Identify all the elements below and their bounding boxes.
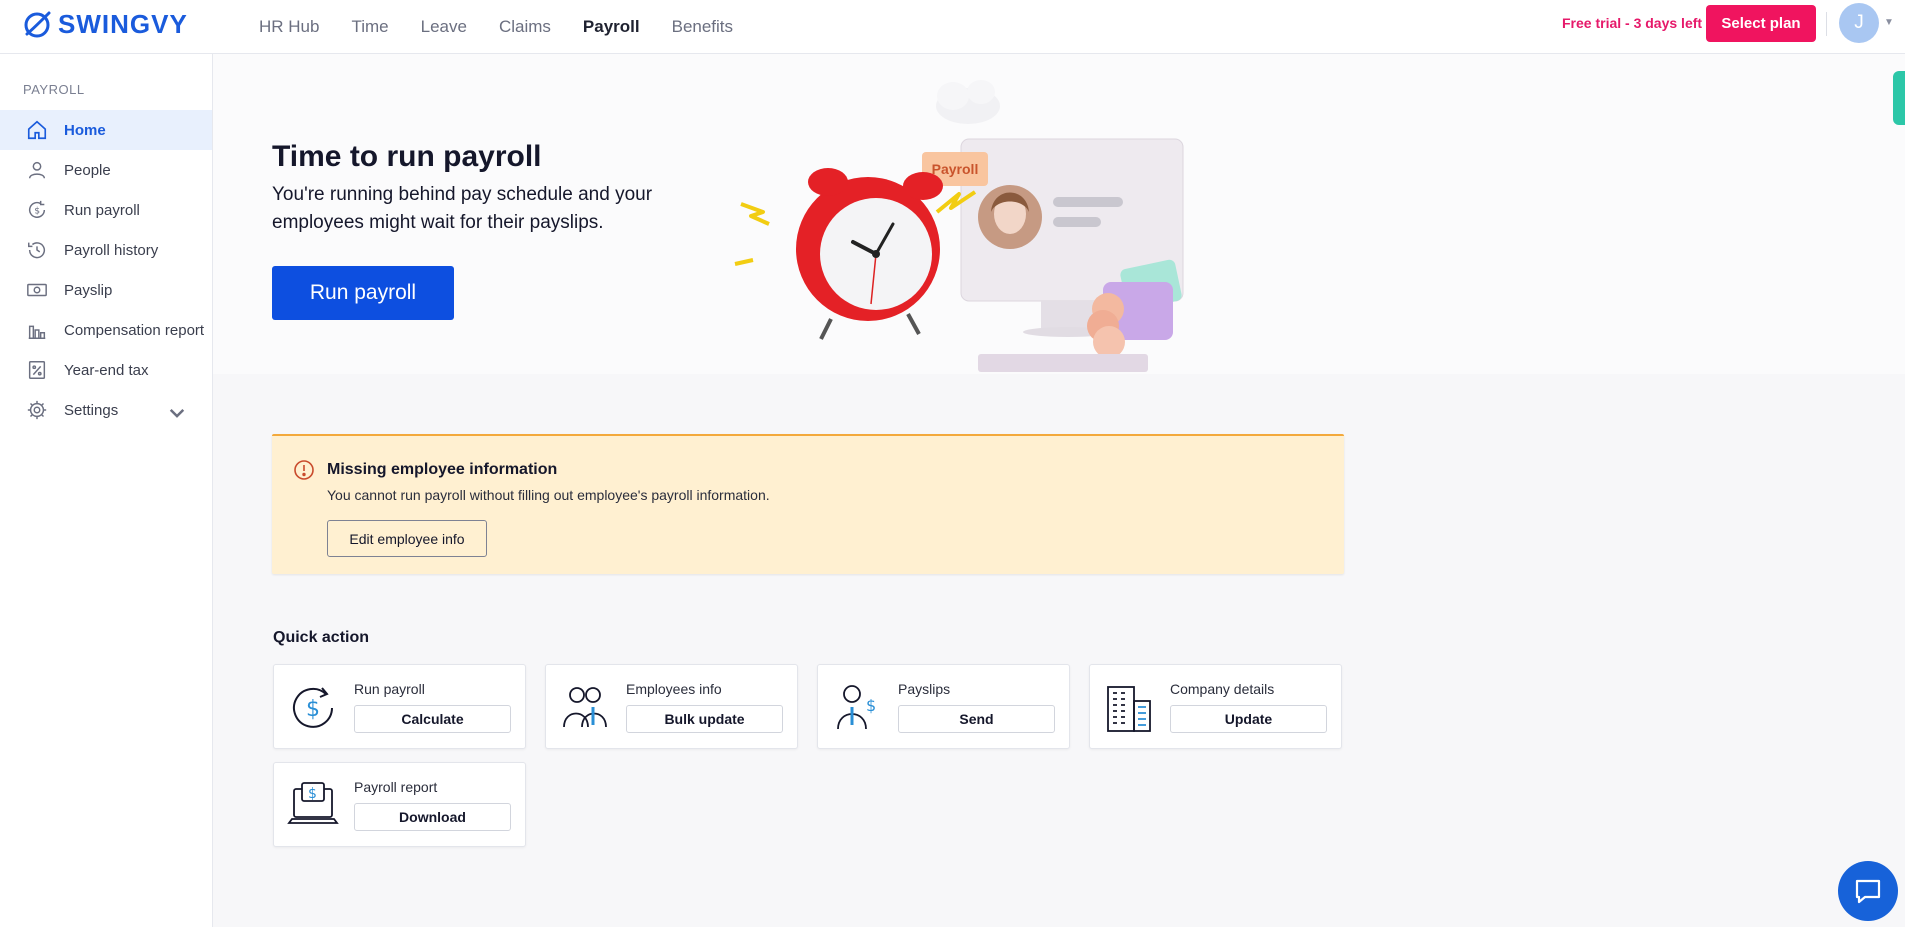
nav-payroll[interactable]: Payroll [583, 17, 640, 37]
banknote-icon [27, 283, 47, 297]
history-icon [28, 242, 45, 259]
quick-action-label: Run payroll [354, 681, 425, 697]
svg-text:$: $ [306, 697, 320, 722]
main-nav: HR Hub Time Leave Claims Payroll Benefit… [259, 0, 733, 54]
sidebar-item-label: Payslip [64, 281, 113, 299]
quick-action-payslips: $ Payslips Send [817, 664, 1070, 749]
home-icon [27, 120, 47, 140]
download-button[interactable]: Download [354, 803, 511, 831]
sidebar-item-year-end-tax[interactable]: Year-end tax [0, 350, 212, 390]
sidebar-item-compensation-report[interactable]: Compensation report [0, 310, 212, 350]
run-payroll-button[interactable]: Run payroll [272, 266, 454, 320]
avatar-caret-icon[interactable]: ▼ [1884, 17, 1894, 28]
main-content: Time to run payroll You're running behin… [213, 54, 1905, 927]
quick-action-label: Employees info [626, 681, 722, 697]
svg-text:$: $ [34, 206, 40, 217]
top-navbar: SWINGVY HR Hub Time Leave Claims Payroll… [0, 0, 1905, 54]
nav-time[interactable]: Time [351, 17, 388, 37]
payroll-illustration: Payroll [734, 80, 1184, 372]
quick-action-label: Company details [1170, 681, 1275, 697]
sidebar-item-label: Run payroll [64, 201, 140, 219]
bulk-update-button[interactable]: Bulk update [626, 705, 783, 733]
chat-bubble-icon [1855, 879, 1881, 904]
dollar-refresh-icon: $ [28, 200, 46, 218]
quick-action-run-payroll: $ Run payroll Calculate [273, 664, 526, 749]
nav-leave[interactable]: Leave [421, 17, 467, 37]
nav-hr-hub[interactable]: HR Hub [259, 17, 319, 37]
cloud-icon [936, 80, 1000, 124]
quick-action-company-details: Company details Update [1089, 664, 1342, 749]
quick-action-label: Payroll report [354, 779, 438, 795]
send-button[interactable]: Send [898, 705, 1055, 733]
dollar-cycle-icon: $ [293, 687, 333, 728]
select-plan-button[interactable]: Select plan [1706, 5, 1816, 42]
building-icon [1107, 686, 1151, 732]
laptop-report-icon: $ [287, 782, 339, 824]
svg-text:$: $ [866, 696, 876, 715]
hero-subtitle: You're running behind pay schedule and y… [272, 184, 653, 233]
sidebar-item-run-payroll[interactable]: $ Run payroll [0, 190, 212, 230]
alarm-clock-icon [796, 168, 943, 340]
alert-text: You cannot run payroll without filling o… [327, 487, 770, 503]
quick-action-label: Payslips [898, 681, 951, 697]
trial-status[interactable]: Free trial - 3 days left [1562, 15, 1702, 31]
quick-action-title: Quick action [273, 629, 370, 646]
calculate-button[interactable]: Calculate [354, 705, 511, 733]
hero-title: Time to run payroll [272, 140, 542, 173]
alert-circle-icon [294, 460, 314, 480]
nav-claims[interactable]: Claims [499, 17, 551, 37]
side-panel-handle[interactable] [1893, 71, 1905, 125]
quick-action-payroll-report: $ Payroll report Download [273, 762, 526, 847]
chat-button[interactable] [1838, 861, 1898, 921]
swingvy-logo[interactable]: SWINGVY [22, 9, 188, 40]
sidebar-item-payroll-history[interactable]: Payroll history [0, 230, 212, 270]
user-avatar[interactable]: J [1839, 3, 1879, 43]
person-icon [28, 161, 46, 179]
gear-icon [27, 400, 47, 420]
nav-benefits[interactable]: Benefits [672, 17, 733, 37]
illustration-tag: Payroll [932, 161, 979, 177]
quick-action-employees-info: Employees info Bulk update [545, 664, 798, 749]
sidebar-item-settings[interactable]: Settings [0, 390, 212, 430]
edit-employee-info-button[interactable]: Edit employee info [327, 520, 487, 557]
svg-text:$: $ [308, 786, 317, 802]
sidebar-item-label: Year-end tax [64, 361, 149, 379]
sidebar-item-payslip[interactable]: Payslip [0, 270, 212, 310]
sidebar-item-label: People [64, 161, 111, 179]
percent-doc-icon [28, 361, 46, 379]
brand-name: SWINGVY [58, 9, 188, 39]
sidebar-item-home[interactable]: Home [0, 110, 212, 150]
sidebar-item-label: Compensation report [64, 321, 205, 339]
sidebar-item-label: Settings [64, 401, 119, 419]
bar-chart-icon [28, 325, 46, 339]
swingvy-logo-icon [24, 11, 51, 37]
missing-info-alert: Missing employee information You cannot … [272, 434, 1344, 574]
sidebar-heading: PAYROLL [23, 82, 85, 97]
chevron-down-icon[interactable] [166, 402, 188, 424]
alert-title: Missing employee information [327, 461, 558, 478]
employees-icon [563, 687, 607, 728]
sidebar-item-people[interactable]: People [0, 150, 212, 190]
sidebar-item-label: Payroll history [64, 241, 159, 259]
update-button[interactable]: Update [1170, 705, 1327, 733]
header-divider [1826, 12, 1827, 36]
sidebar: PAYROLL Home People $ Run payroll Payrol… [0, 54, 213, 927]
payslip-person-icon: $ [837, 685, 876, 730]
sidebar-item-label: Home [64, 121, 106, 139]
